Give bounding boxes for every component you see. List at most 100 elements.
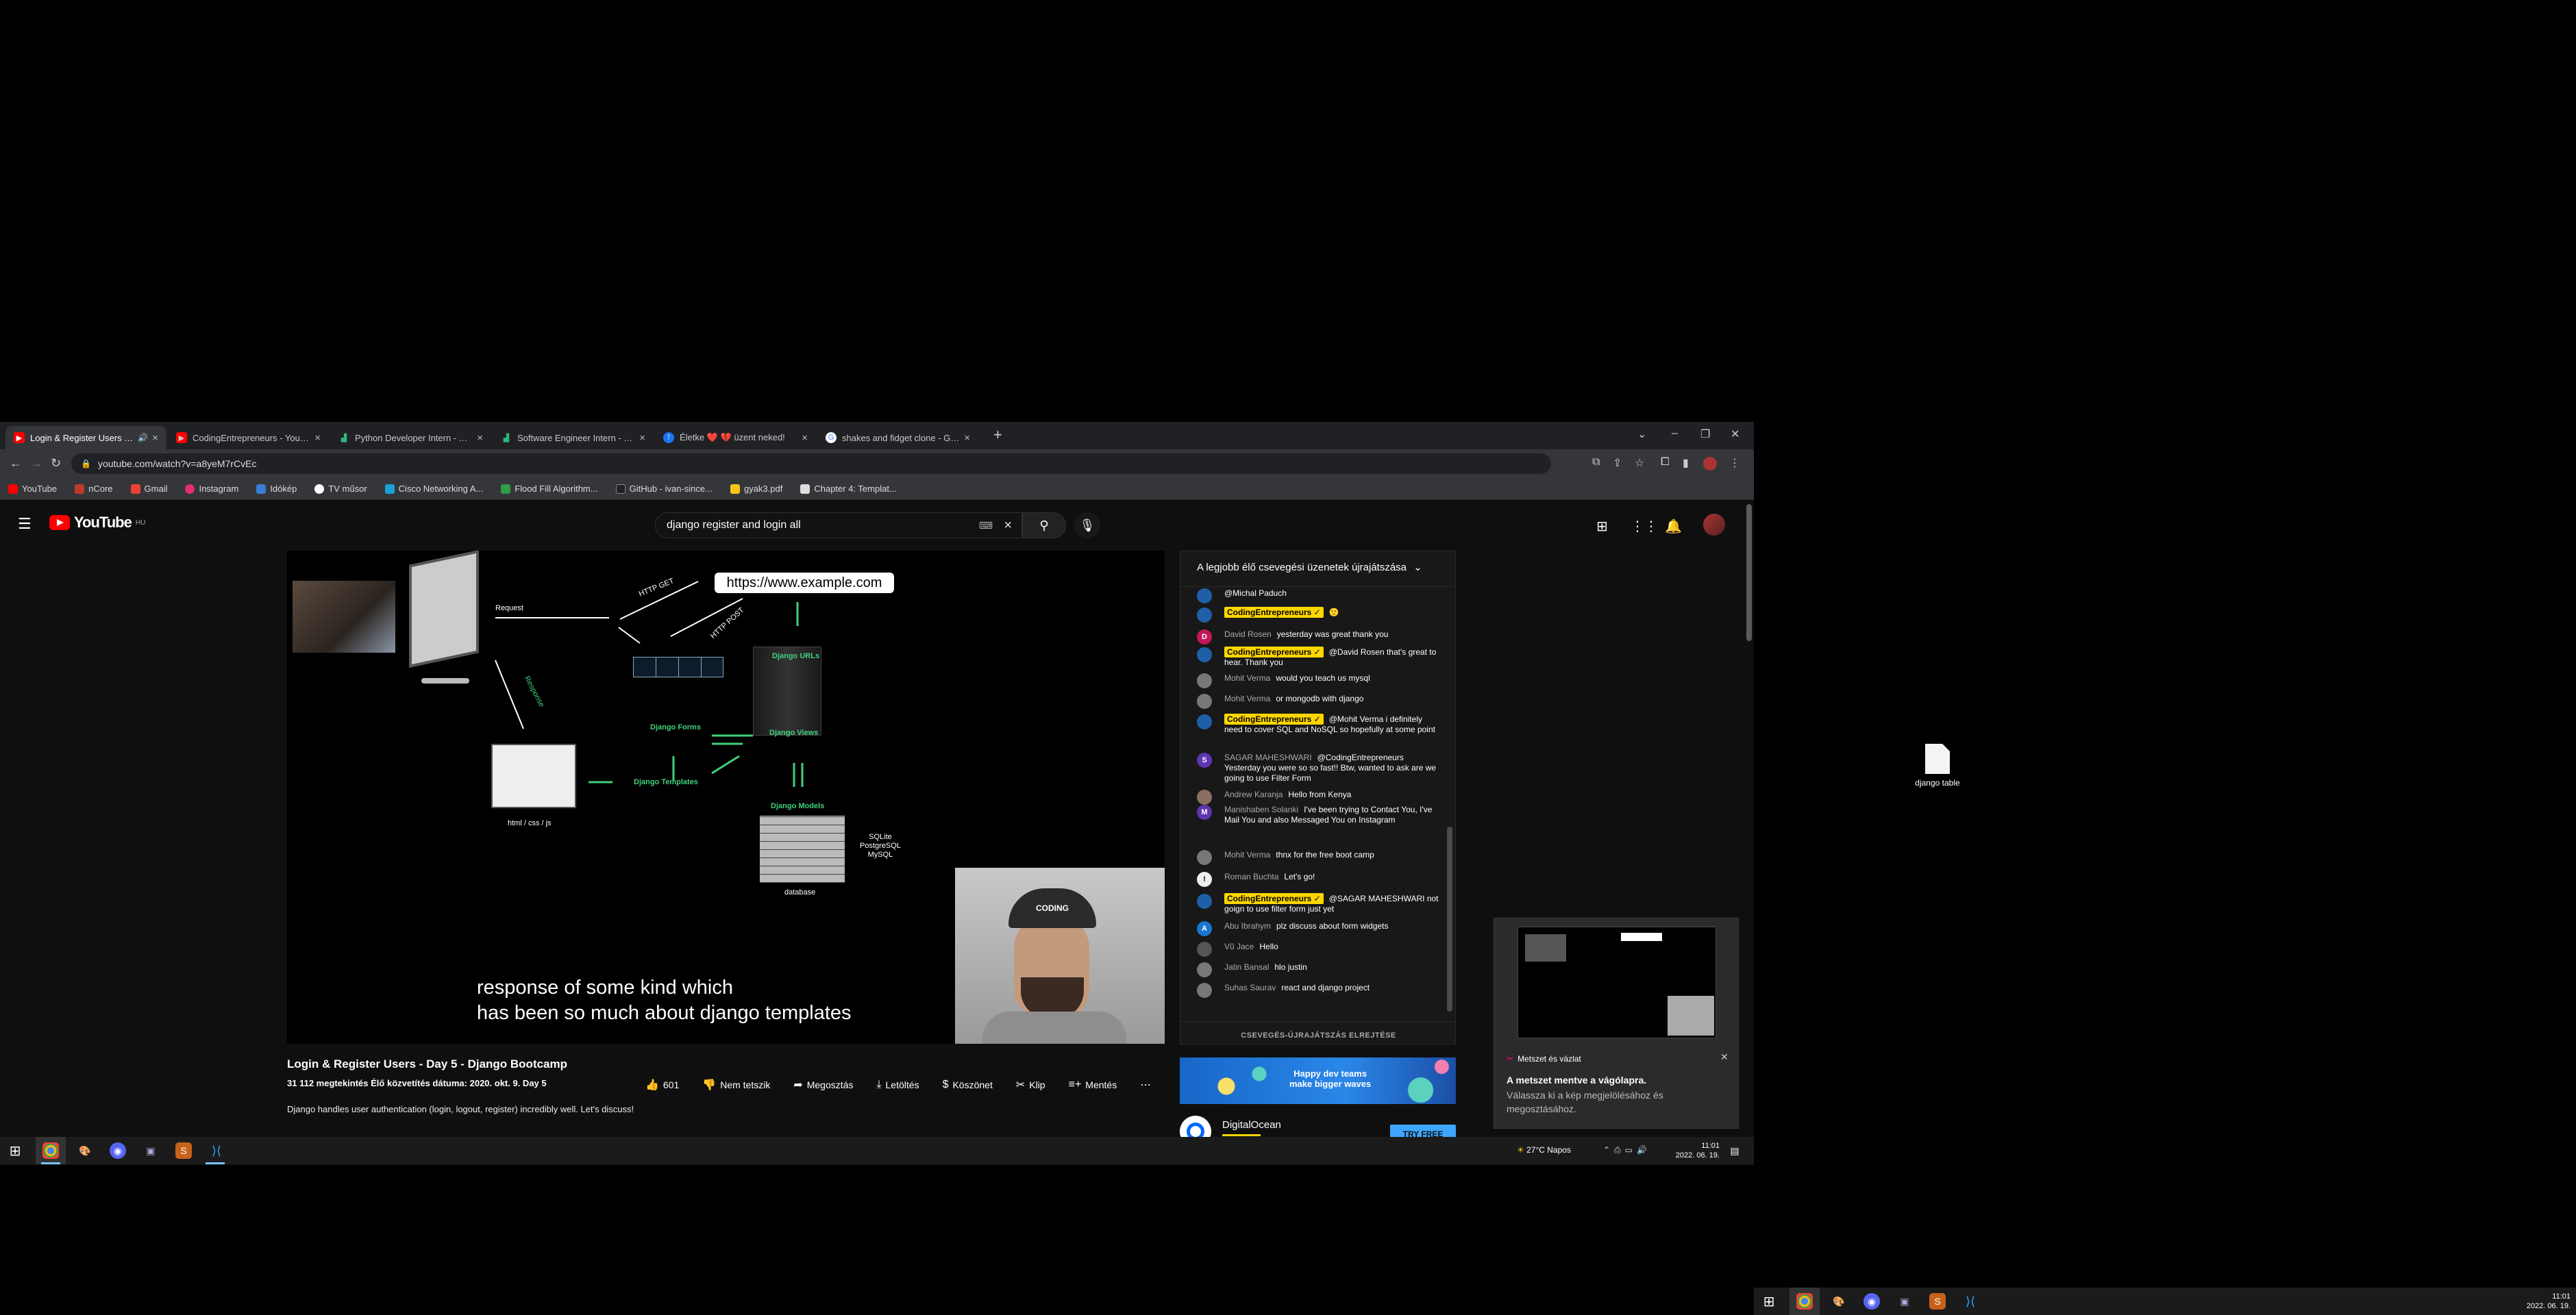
ad-banner[interactable]: Happy dev teams make bigger waves bbox=[1180, 1057, 1456, 1104]
sublime-icon[interactable]: S bbox=[1929, 1293, 1946, 1310]
avatar[interactable] bbox=[1197, 694, 1212, 709]
sublime-icon[interactable]: S bbox=[175, 1142, 192, 1159]
profile-avatar[interactable] bbox=[1703, 457, 1717, 471]
forward-icon[interactable]: → bbox=[30, 456, 42, 471]
discord-icon[interactable]: ◉ bbox=[110, 1142, 126, 1159]
scrollbar-thumb[interactable] bbox=[1447, 827, 1452, 1012]
chat-message[interactable]: CodingEntrepreneurs ✓ @Mohit Verma i defi… bbox=[1180, 714, 1444, 735]
thanks-button[interactable]: $ Köszönet bbox=[943, 1079, 993, 1091]
download-button[interactable]: ⤓ Letöltés bbox=[876, 1079, 919, 1091]
close-tab-icon[interactable]: × bbox=[477, 432, 483, 444]
paint-icon[interactable]: 🎨 bbox=[1831, 1293, 1847, 1310]
browser-tab[interactable]: ▟ Python Developer Intern - Almá... × bbox=[330, 426, 491, 449]
avatar[interactable] bbox=[1197, 942, 1212, 957]
close-window-button[interactable]: ✕ bbox=[1731, 427, 1739, 441]
back-icon[interactable]: ← bbox=[10, 456, 22, 471]
terminal-icon[interactable]: ▣ bbox=[143, 1142, 159, 1159]
snip-notification[interactable]: ✂ Metszet és vázlat ✕ A metszet mentve a … bbox=[1494, 918, 1739, 1129]
chat-message[interactable]: CodingEntrepreneurs ✓ 🙂 bbox=[1180, 607, 1444, 623]
avatar[interactable] bbox=[1197, 850, 1212, 865]
chat-scrollbar[interactable] bbox=[1447, 587, 1452, 1012]
bookmark-star-icon[interactable]: ☆ bbox=[1635, 456, 1644, 470]
chat-author[interactable]: CodingEntrepreneurs ✓ bbox=[1224, 714, 1324, 725]
chat-author[interactable]: Mohit Verma bbox=[1224, 673, 1270, 683]
chat-message[interactable]: ! Roman Buchta Let's go! bbox=[1180, 872, 1444, 887]
chat-message[interactable]: Andrew Karanja Hello from Kenya bbox=[1180, 790, 1444, 805]
hamburger-menu-icon[interactable]: ☰ bbox=[18, 515, 32, 533]
chat-message[interactable]: @Michal Paduch bbox=[1180, 588, 1444, 603]
video-description[interactable]: Django handles user authentication (logi… bbox=[287, 1103, 643, 1116]
avatar[interactable] bbox=[1197, 647, 1212, 662]
page-scrollbar[interactable] bbox=[1744, 500, 1754, 884]
bookmark-github[interactable]: GitHub - ivan-since... bbox=[615, 484, 713, 494]
browser-tab[interactable]: ▟ Software Engineer Intern - Data... × bbox=[493, 426, 654, 449]
new-tab-button[interactable]: + bbox=[993, 426, 1002, 444]
tab-search-icon[interactable]: ⌄ bbox=[1637, 427, 1646, 441]
avatar[interactable] bbox=[1197, 894, 1212, 909]
bookmark-pdf[interactable]: gyak3.pdf bbox=[730, 484, 782, 494]
system-tray-icons[interactable]: ⌃⎙▭🔊 bbox=[1603, 1145, 1651, 1155]
avatar[interactable] bbox=[1703, 514, 1725, 536]
chat-author[interactable]: Mohit Verma bbox=[1224, 850, 1270, 860]
avatar[interactable]: S bbox=[1197, 753, 1212, 768]
chat-message[interactable]: Mohit Verma thnx for the free boot camp bbox=[1180, 850, 1444, 865]
chat-author[interactable]: Vũ Jace bbox=[1224, 942, 1254, 951]
chat-author[interactable]: Andrew Karanja bbox=[1224, 790, 1283, 799]
restore-button[interactable]: ❐ bbox=[1700, 427, 1710, 441]
chrome-icon[interactable] bbox=[42, 1142, 59, 1159]
snip-thumbnail[interactable] bbox=[1518, 927, 1716, 1038]
chat-author[interactable]: Roman Buchta bbox=[1224, 872, 1278, 881]
bookmark-cisco[interactable]: Cisco Networking A... bbox=[384, 484, 483, 494]
chat-author[interactable]: Jatin Bansal bbox=[1224, 962, 1269, 972]
chat-message[interactable]: Mohit Verma or mongodb with django bbox=[1180, 694, 1444, 709]
address-bar[interactable]: 🔒 youtube.com/watch?v=a8yeM7rCvEc bbox=[71, 453, 1551, 474]
chat-author[interactable]: David Rosen bbox=[1224, 629, 1272, 639]
dislike-button[interactable]: 👎 Nem tetszik bbox=[702, 1078, 770, 1092]
chat-message[interactable]: D David Rosen yesterday was great thank yo… bbox=[1180, 629, 1444, 644]
like-button[interactable]: 👍 601 bbox=[645, 1078, 679, 1092]
chat-author[interactable]: CodingEntrepreneurs ✓ bbox=[1224, 607, 1324, 618]
terminal-icon[interactable]: ▣ bbox=[1896, 1293, 1913, 1310]
chat-message[interactable]: Jatin Bansal hlo justin bbox=[1180, 962, 1444, 977]
browser-tab[interactable]: f Életke ❤️ 💔 üzent neked! × bbox=[655, 426, 816, 449]
avatar[interactable]: ! bbox=[1197, 872, 1212, 887]
bookmark-tv[interactable]: TV műsor bbox=[314, 484, 367, 494]
avatar[interactable] bbox=[1197, 714, 1212, 729]
speaker-icon[interactable]: 🔊 bbox=[138, 433, 148, 442]
bookmark-idokep[interactable]: Idókép bbox=[256, 484, 297, 494]
close-icon[interactable]: ✕ bbox=[1720, 1051, 1729, 1063]
chat-message[interactable]: Suhas Saurav react and django project bbox=[1180, 983, 1444, 998]
chat-message[interactable]: S SAGAR MAHESHWARI @CodingEntrepreneurs Ye… bbox=[1180, 753, 1444, 784]
search-button[interactable]: ⚲ bbox=[1022, 512, 1066, 538]
desktop-file[interactable]: django table bbox=[1911, 744, 1964, 788]
paint-icon[interactable]: 🎨 bbox=[77, 1142, 93, 1159]
more-actions-button[interactable]: ⋯ bbox=[1140, 1078, 1151, 1092]
bookmark-youtube[interactable]: YouTube bbox=[8, 484, 57, 494]
share-icon[interactable]: ⇪ bbox=[1613, 456, 1622, 470]
create-video-icon[interactable]: ⊞ bbox=[1596, 518, 1608, 535]
clip-button[interactable]: ✂ Klip bbox=[1016, 1078, 1045, 1092]
apps-grid-icon[interactable]: ⋮⋮ bbox=[1631, 518, 1658, 535]
reload-icon[interactable]: ↻ bbox=[51, 456, 61, 471]
search-input[interactable]: django register and login all ⌨ × bbox=[655, 512, 1022, 538]
bookmark-gmail[interactable]: Gmail bbox=[130, 484, 167, 494]
chat-message[interactable]: M Manishaben Solanki I've been trying to C… bbox=[1180, 805, 1444, 825]
avatar[interactable]: D bbox=[1197, 629, 1212, 644]
clock[interactable]: 11:01 2022. 06. 19. bbox=[1665, 1141, 1720, 1160]
browser-tab[interactable]: G shakes and fidget clone - Googl... × bbox=[817, 426, 978, 449]
notification-center-icon[interactable]: ▤ bbox=[1726, 1142, 1743, 1159]
chat-message[interactable]: Vũ Jace Hello bbox=[1180, 942, 1444, 957]
bookmark-floodfill[interactable]: Flood Fill Algorithm... bbox=[501, 484, 598, 494]
sidebar-icon[interactable]: ▮ bbox=[1683, 456, 1689, 470]
notifications-bell-icon[interactable]: 🔔 bbox=[1665, 518, 1682, 535]
avatar[interactable]: A bbox=[1197, 921, 1212, 936]
chat-author[interactable]: Mohit Verma bbox=[1224, 694, 1270, 703]
avatar[interactable] bbox=[1197, 983, 1212, 998]
save-button[interactable]: ≡+ Mentés bbox=[1069, 1079, 1117, 1091]
avatar[interactable] bbox=[1197, 608, 1212, 623]
vscode-icon[interactable]: ⟩⟨ bbox=[1962, 1293, 1979, 1310]
avatar[interactable]: M bbox=[1197, 805, 1212, 820]
chat-message[interactable]: Mohit Verma would you teach us mysql bbox=[1180, 673, 1444, 688]
video-player[interactable]: Request HTTP GET HTTP POST Response http… bbox=[287, 551, 1165, 1044]
chat-author[interactable]: CodingEntrepreneurs ✓ bbox=[1224, 647, 1324, 658]
